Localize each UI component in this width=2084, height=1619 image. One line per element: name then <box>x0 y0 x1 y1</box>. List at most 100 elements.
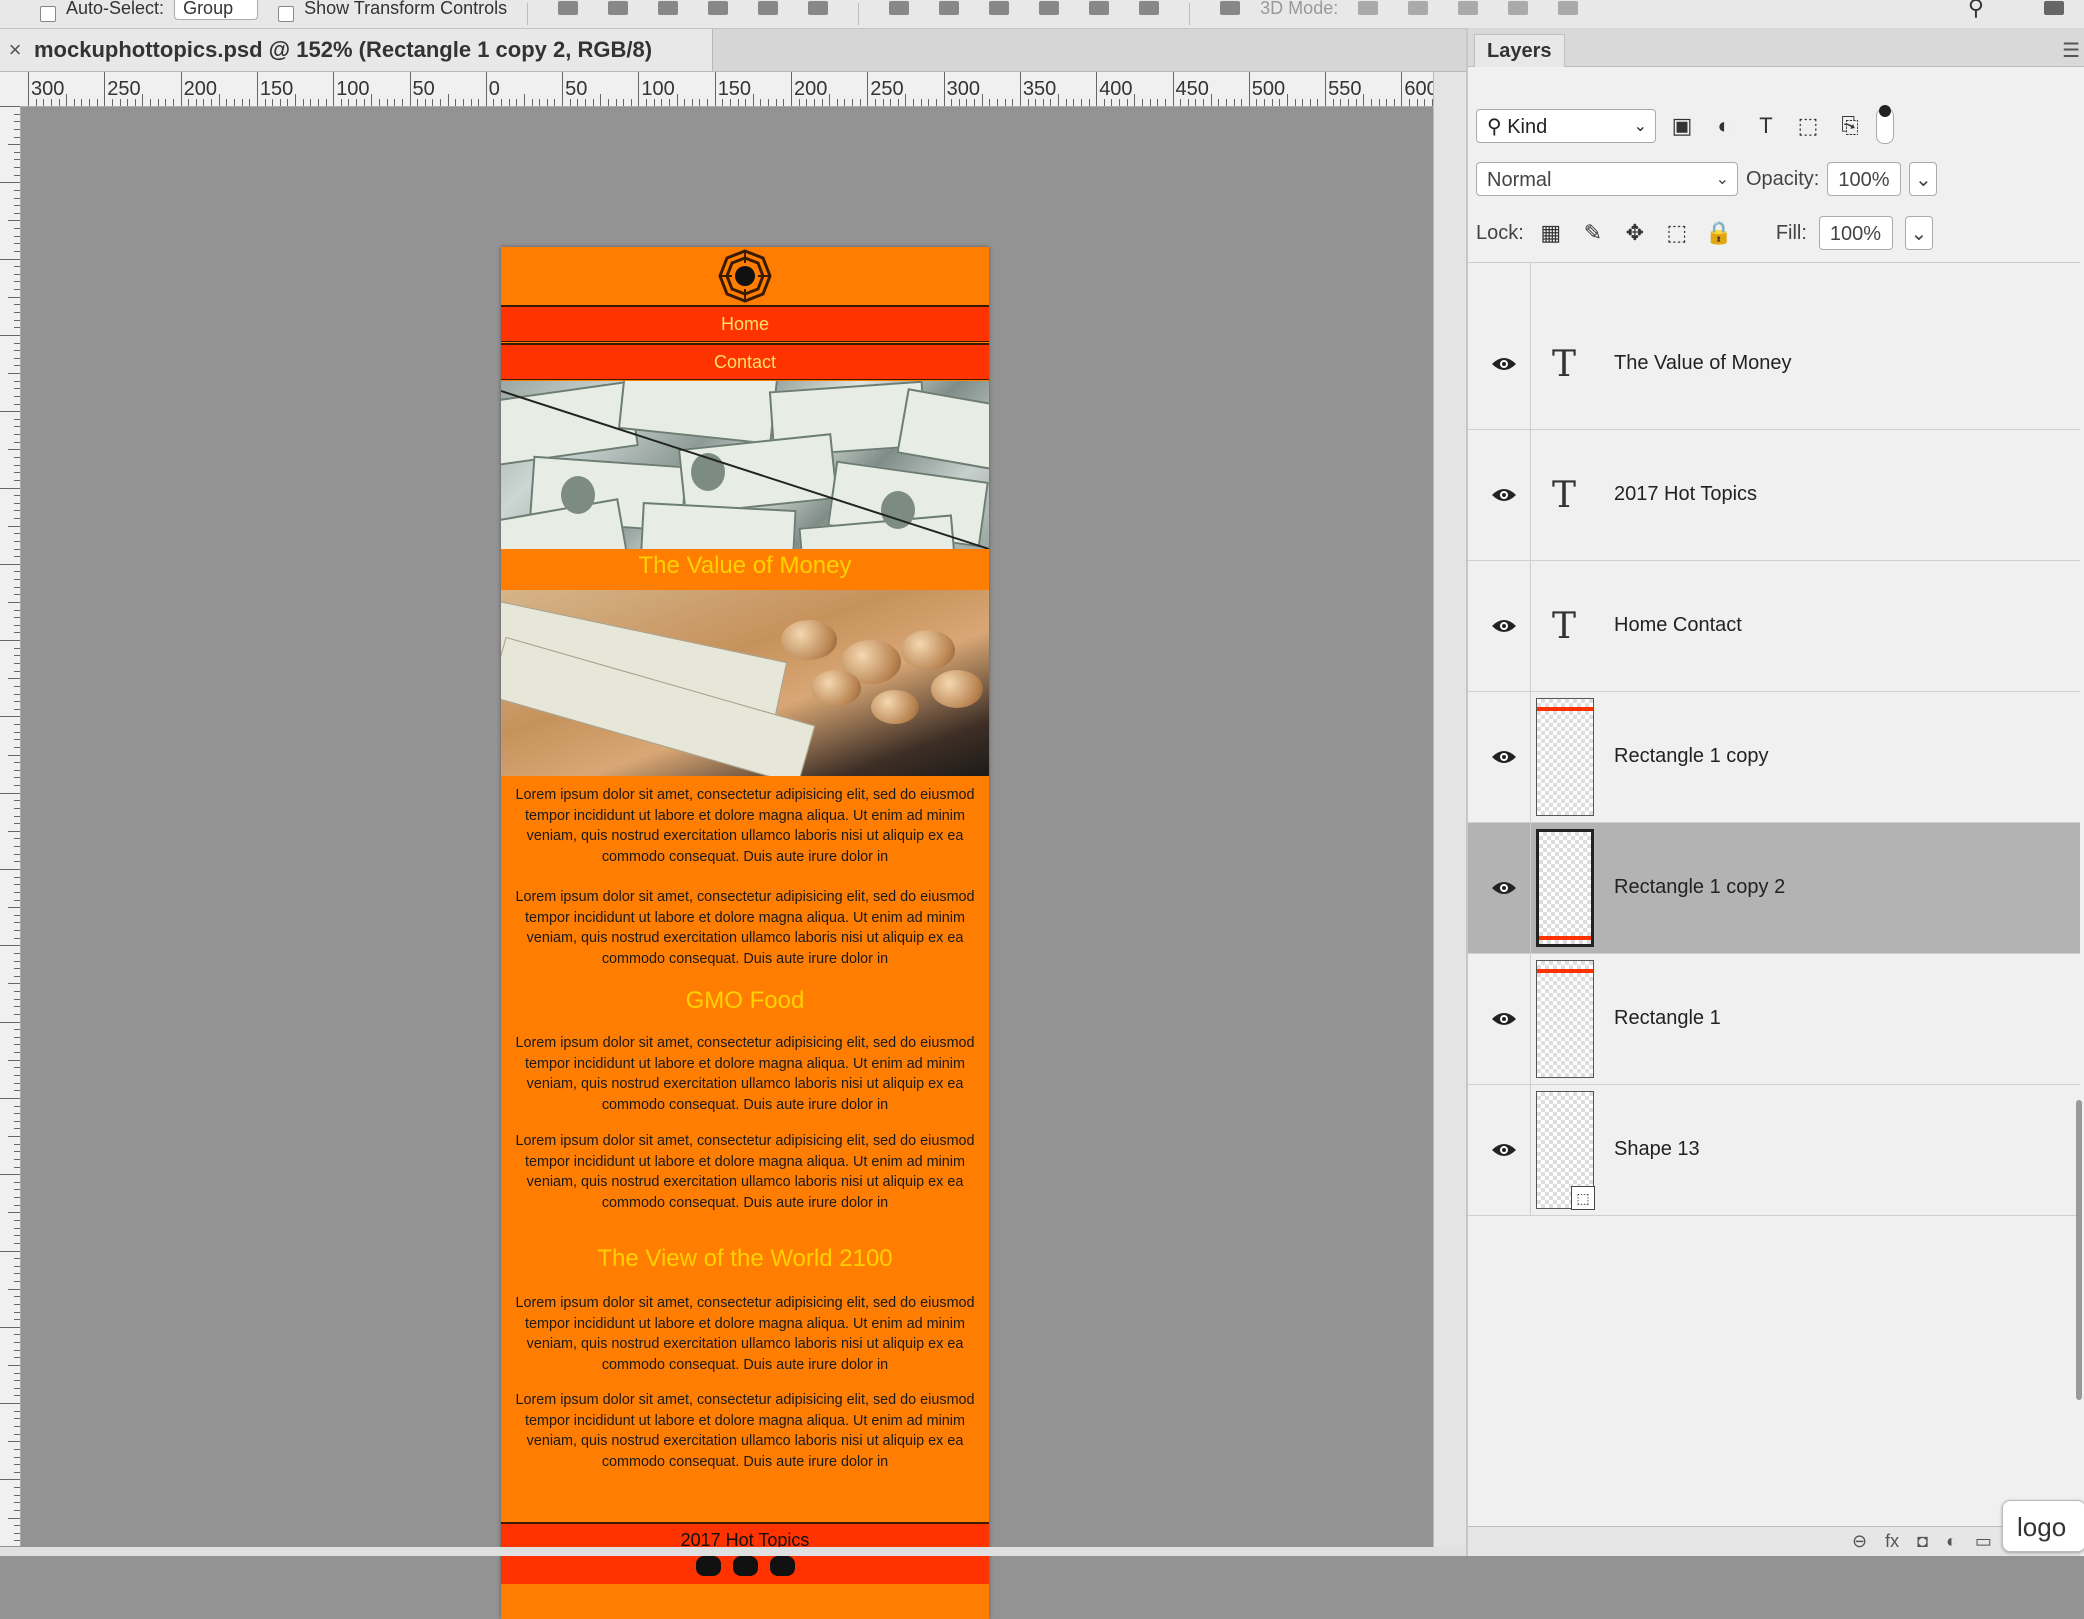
3d-drag-icon[interactable] <box>1458 1 1479 15</box>
lock-transparent-icon[interactable]: ▦ <box>1536 218 1566 248</box>
opacity-dropdown-icon[interactable]: ⌄ <box>1909 162 1938 196</box>
ruler-minor-tick <box>1012 99 1014 106</box>
filter-shape-icon[interactable]: ⬚ <box>1792 110 1824 142</box>
social-icon[interactable] <box>769 1556 795 1576</box>
filter-toggle[interactable] <box>1876 105 1894 144</box>
nav-home[interactable]: Home <box>501 305 989 342</box>
ruler-minor-tick <box>378 99 380 106</box>
layer-row[interactable]: T Home Contact <box>1468 561 2080 692</box>
ruler-tick <box>8 678 20 680</box>
distribute-top-icon[interactable] <box>889 1 910 15</box>
show-transform-checkbox[interactable] <box>278 6 295 22</box>
lock-position-icon[interactable]: ✥ <box>1620 218 1650 248</box>
new-group-icon[interactable]: ▭ <box>1975 1531 1992 1552</box>
ruler-corner[interactable] <box>0 72 21 107</box>
panel-menu-icon[interactable]: ☰ <box>2062 38 2080 63</box>
lock-all-icon[interactable]: 🔒 <box>1704 218 1734 248</box>
ruler-minor-tick <box>1187 99 1189 106</box>
layers-list[interactable]: T The Value of Money T 2017 Hot Topics T Home… <box>1468 262 2080 1527</box>
visibility-eye-icon[interactable] <box>1490 743 1518 771</box>
paragraph: Lorem ipsum dolor sit amet, consectetur … <box>515 1392 975 1470</box>
align-bottom-icon[interactable] <box>658 1 679 15</box>
ruler-tick <box>14 1189 20 1191</box>
distribute-hcenter-icon[interactable] <box>1089 1 1110 15</box>
layer-row[interactable]: Rectangle 1 copy <box>1468 692 2080 823</box>
workspace-icon[interactable] <box>2044 1 2064 15</box>
layer-thumbnail[interactable] <box>1536 829 1594 947</box>
ruler-minor-tick <box>1088 99 1090 106</box>
shape-layer-icon: ⬚ <box>1571 1186 1595 1210</box>
visibility-eye-icon[interactable] <box>1490 1136 1518 1164</box>
ruler-tick <box>0 640 20 642</box>
auto-select-dropdown[interactable]: Group <box>174 0 259 20</box>
document-tab[interactable]: × mockuphottopics.psd @ 152% (Rectangle … <box>0 29 713 71</box>
ruler-minor-tick <box>836 99 838 106</box>
adjustment-layer-icon[interactable]: ◐ <box>1946 1531 1957 1552</box>
ruler-tick <box>14 724 20 726</box>
add-mask-icon[interactable]: ◘ <box>1917 1531 1928 1552</box>
lock-paint-icon[interactable]: ✎ <box>1578 218 1608 248</box>
layers-tab[interactable]: Layers <box>1474 34 1565 67</box>
visibility-eye-icon[interactable] <box>1490 612 1518 640</box>
3d-scale-icon[interactable] <box>1558 1 1579 15</box>
mockup-artboard[interactable]: Home Contact The Value of Money Lorem ip… <box>501 247 989 1619</box>
canvas-area[interactable]: Home Contact The Value of Money Lorem ip… <box>21 107 1433 1619</box>
ruler-minor-tick <box>1004 99 1006 106</box>
social-icon[interactable] <box>732 1556 758 1576</box>
layer-row[interactable]: Rectangle 1 <box>1468 954 2080 1085</box>
filter-smart-object-icon[interactable]: ⎘ <box>1834 110 1866 142</box>
distribute-left-icon[interactable] <box>1039 1 1060 15</box>
ruler-minor-tick <box>356 99 358 106</box>
vertical-ruler[interactable] <box>0 106 21 1546</box>
filter-type-icon[interactable]: T <box>1750 110 1782 142</box>
fill-dropdown-icon[interactable]: ⌄ <box>1904 216 1933 250</box>
filter-adjustment-icon[interactable]: ◐ <box>1708 110 1740 142</box>
horizontal-ruler[interactable]: 300 250 200 150 100 50 0 50 100 150 200 250 300 350 40… <box>20 72 1433 107</box>
ruler-tick <box>14 1342 20 1344</box>
distribute-vcenter-icon[interactable] <box>939 1 960 15</box>
canvas-vertical-scrollbar[interactable] <box>1433 72 1467 1547</box>
distribute-bottom-icon[interactable] <box>989 1 1010 15</box>
auto-align-icon[interactable] <box>1220 1 1241 15</box>
layer-thumbnail[interactable] <box>1536 960 1594 1078</box>
search-icon[interactable]: ⚲ <box>1968 0 1984 21</box>
ruler-minor-tick <box>554 99 556 106</box>
visibility-eye-icon[interactable] <box>1490 481 1518 509</box>
layer-style-icon[interactable]: fx <box>1885 1531 1899 1552</box>
blend-mode-dropdown[interactable]: Normal ⌄ <box>1476 162 1738 196</box>
ruler-tick <box>8 144 20 146</box>
nav-contact[interactable]: Contact <box>501 343 989 380</box>
auto-select-checkbox[interactable] <box>40 6 56 22</box>
visibility-eye-icon[interactable] <box>1490 874 1518 902</box>
layer-thumbnail[interactable] <box>1536 698 1594 816</box>
close-tab-icon[interactable]: × <box>0 37 30 63</box>
align-left-icon[interactable] <box>708 1 729 15</box>
filter-kind-dropdown[interactable]: ⚲ Kind ⌄ <box>1476 109 1656 143</box>
fill-input[interactable]: 100% <box>1818 216 1893 250</box>
layer-row[interactable]: ⬚ Shape 13 <box>1468 1085 2080 1216</box>
link-layers-icon[interactable]: ⊖ <box>1852 1531 1867 1552</box>
layer-row[interactable]: T The Value of Money <box>1468 299 2080 430</box>
lock-artboard-icon[interactable]: ⬚ <box>1662 218 1692 248</box>
layers-scrollbar[interactable] <box>2076 1100 2082 1400</box>
visibility-eye-icon[interactable] <box>1490 1005 1518 1033</box>
3d-rotate-icon[interactable] <box>1358 1 1379 15</box>
align-top-icon[interactable] <box>558 1 579 15</box>
ruler-minor-tick <box>539 99 541 106</box>
layer-thumbnail[interactable]: ⬚ <box>1536 1091 1595 1210</box>
align-hcenter-icon[interactable] <box>758 1 779 15</box>
opacity-input[interactable]: 100% <box>1827 162 1902 196</box>
align-vcenter-icon[interactable] <box>608 1 629 15</box>
align-right-icon[interactable] <box>808 1 829 15</box>
layer-row-partial[interactable] <box>1468 263 2080 300</box>
filter-pixel-icon[interactable]: ▣ <box>1666 110 1698 142</box>
distribute-right-icon[interactable] <box>1139 1 1160 15</box>
layer-row[interactable]: T 2017 Hot Topics <box>1468 430 2080 561</box>
ruler-tick <box>14 289 20 291</box>
layer-row[interactable]: Rectangle 1 copy 2 <box>1468 823 2080 954</box>
3d-slide-icon[interactable] <box>1508 1 1529 15</box>
3d-roll-icon[interactable] <box>1408 1 1429 15</box>
visibility-eye-icon[interactable] <box>1490 350 1518 378</box>
social-icon[interactable] <box>695 1556 721 1576</box>
ruler-tick <box>14 991 20 993</box>
